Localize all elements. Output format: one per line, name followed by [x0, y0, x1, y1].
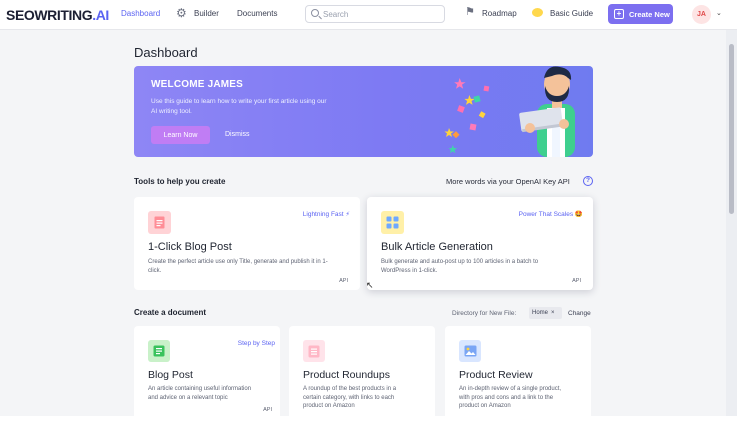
image-icon: [459, 340, 481, 362]
card-description: An in-depth review of a single product, …: [459, 386, 562, 409]
doc-card-product-roundups[interactable]: Product Roundups A roundup of the best p…: [289, 326, 435, 421]
page-title: Dashboard: [134, 45, 198, 60]
star-struck-icon: 🤩: [574, 211, 583, 218]
page-scrollbar[interactable]: [726, 30, 737, 416]
badge-label: Power That Scales: [518, 211, 574, 218]
list-icon: [148, 340, 170, 362]
chevron-down-icon[interactable]: ⌄: [716, 9, 722, 17]
tools-section-heading: Tools to help you create: [134, 177, 226, 186]
card-badge: Step by Step: [237, 340, 275, 347]
create-new-label: Create New: [629, 9, 670, 19]
directory-value: Home: [532, 310, 549, 316]
api-tag: API: [263, 407, 272, 413]
openai-key-link[interactable]: More words via your OpenAI Key API: [446, 177, 570, 186]
documents-section-heading: Create a document: [134, 308, 207, 317]
welcome-illustration: [444, 66, 575, 157]
brand-logo[interactable]: SEOWRITING.AI: [6, 7, 109, 23]
doc-card-blog-post[interactable]: Step by Step Blog Post An article contai…: [134, 326, 280, 421]
lightning-icon: ⚡: [345, 211, 350, 218]
card-title: Blog Post: [148, 369, 193, 381]
learn-now-button[interactable]: Learn Now: [151, 126, 210, 144]
mouse-cursor-icon: ↖: [366, 280, 374, 290]
logo-main: SEOWRITING: [6, 7, 93, 23]
create-new-button[interactable]: + Create New: [608, 4, 673, 24]
card-badge: Power That Scales 🤩: [519, 210, 583, 218]
plus-icon: +: [614, 9, 624, 19]
checklist-icon: [303, 340, 325, 362]
change-directory-link[interactable]: Change: [568, 310, 591, 317]
search-icon: [311, 9, 319, 17]
badge-label: Lightning Fast: [302, 211, 344, 218]
grid-icon: [381, 211, 404, 234]
tool-card-bulk-article-generation[interactable]: Power That Scales 🤩 Bulk Article Generat…: [367, 197, 593, 290]
card-badge: Lightning Fast ⚡: [303, 210, 350, 218]
banner-description: Use this guide to learn how to write you…: [151, 98, 327, 115]
card-description: Bulk generate and auto-post up to 100 ar…: [381, 259, 539, 274]
card-title: Product Review: [459, 369, 533, 381]
builder-gear-icon: ⚙: [176, 6, 187, 20]
card-title: Bulk Article Generation: [381, 241, 493, 253]
card-description: Create the perfect article use only Titl…: [148, 259, 328, 274]
help-icon[interactable]: ?: [583, 176, 593, 186]
nav-roadmap[interactable]: Roadmap: [482, 9, 517, 18]
directory-label: Directory for New File:: [452, 310, 517, 317]
person-figure: [519, 66, 575, 157]
search-input[interactable]: [323, 8, 441, 20]
guide-icon: [532, 8, 543, 17]
card-title: 1-Click Blog Post: [148, 241, 232, 253]
card-title: Product Roundups: [303, 369, 390, 381]
directory-select[interactable]: Home ×: [529, 307, 562, 319]
nav-builder[interactable]: Builder: [194, 9, 219, 18]
confetti-shapes: [444, 78, 490, 154]
card-description: An article containing useful information…: [148, 386, 252, 401]
tool-card-one-click-blog-post[interactable]: Lightning Fast ⚡ 1-Click Blog Post Creat…: [134, 197, 360, 290]
api-tag: API: [339, 278, 348, 284]
scrollbar-thumb[interactable]: [729, 44, 734, 214]
user-avatar[interactable]: JA: [692, 5, 711, 24]
card-description: A roundup of the best products in a cert…: [303, 386, 397, 409]
document-icon: [148, 211, 171, 234]
logo-suffix: .AI: [92, 7, 109, 23]
dismiss-link[interactable]: Dismiss: [225, 131, 250, 138]
banner-title: WELCOME JAMES: [151, 79, 244, 90]
bottom-edge: [0, 416, 737, 438]
close-icon[interactable]: ×: [551, 310, 555, 316]
nav-documents[interactable]: Documents: [237, 9, 277, 18]
welcome-banner: WELCOME JAMES Use this guide to learn ho…: [134, 66, 593, 157]
doc-card-product-review[interactable]: Product Review An in-depth review of a s…: [445, 326, 591, 421]
nav-dashboard[interactable]: Dashboard: [121, 9, 160, 18]
top-navigation-bar: SEOWRITING.AI Dashboard ⚙ Builder Docume…: [0, 0, 737, 30]
search-box[interactable]: [305, 5, 445, 23]
roadmap-icon: ⚑: [465, 6, 475, 18]
api-tag: API: [572, 278, 581, 284]
nav-basic-guide[interactable]: Basic Guide: [550, 9, 593, 18]
